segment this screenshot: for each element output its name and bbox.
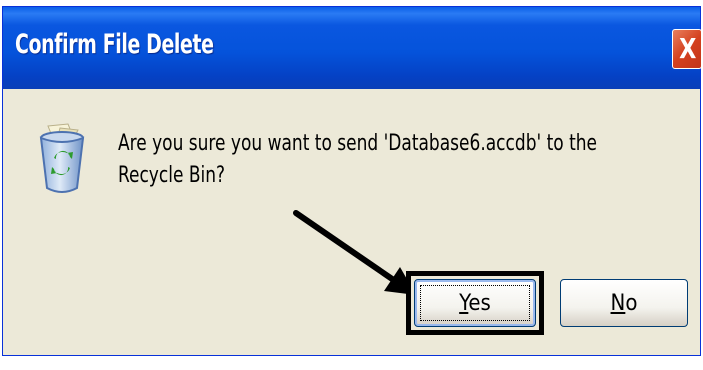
arrow-icon — [293, 210, 416, 295]
no-label-rest: o — [625, 291, 638, 316]
close-icon: X — [679, 32, 697, 65]
confirm-message: Are you sure you want to send 'Database6… — [118, 131, 598, 188]
title-bar[interactable]: Confirm File Delete X — [3, 7, 702, 89]
yes-label-rest: es — [468, 291, 491, 316]
yes-button[interactable]: Yes — [414, 279, 536, 327]
recycle-bin-icon — [39, 123, 85, 193]
yes-mnemonic: Y — [459, 291, 469, 316]
yes-button-label: Yes — [415, 291, 535, 317]
no-mnemonic: N — [610, 291, 626, 316]
no-button-label: No — [561, 291, 687, 317]
window-title: Confirm File Delete — [15, 29, 214, 60]
no-button[interactable]: No — [560, 279, 688, 327]
close-button[interactable]: X — [672, 29, 702, 69]
